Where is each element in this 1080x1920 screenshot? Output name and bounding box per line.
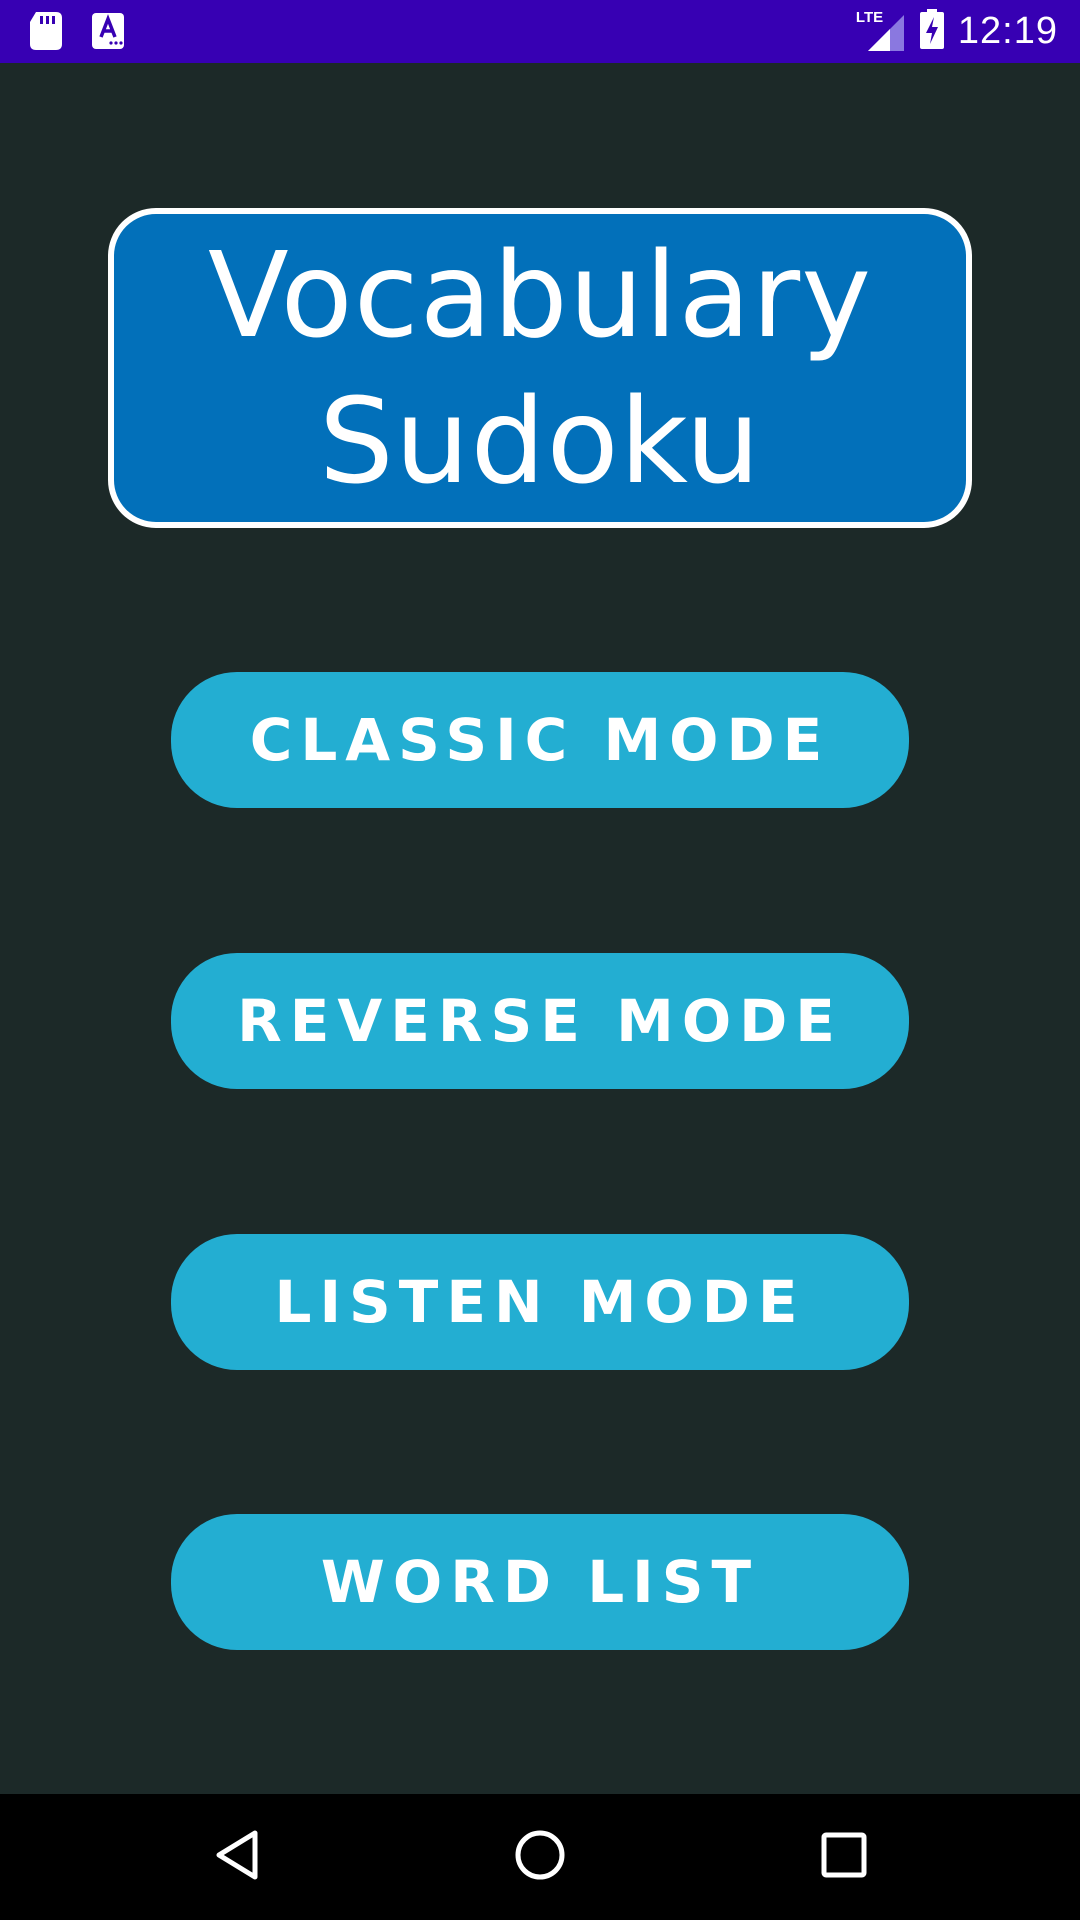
app-title-card: Vocabulary Sudoku: [108, 208, 972, 528]
back-icon: [213, 1829, 261, 1886]
status-bar-system: LTE 12:19: [856, 8, 1058, 54]
recents-icon: [821, 1832, 867, 1883]
nav-back-button[interactable]: [192, 1812, 282, 1902]
status-bar: LTE 12:19: [0, 0, 1080, 63]
status-time: 12:19: [957, 9, 1058, 52]
navigation-bar: [0, 1794, 1080, 1920]
lte-signal-icon: LTE: [856, 9, 906, 51]
battery-charging-icon: [919, 8, 944, 54]
home-icon: [514, 1829, 566, 1886]
reverse-mode-button[interactable]: REVERSE MODE: [171, 953, 909, 1089]
app-title-line-1: Vocabulary: [207, 226, 873, 364]
app-title-line-2: Sudoku: [318, 372, 762, 510]
nav-recents-button[interactable]: [799, 1812, 889, 1902]
word-list-button[interactable]: WORD LIST: [171, 1514, 909, 1650]
status-bar-notifications: [30, 12, 124, 55]
keyboard-a-icon: [92, 13, 124, 54]
classic-mode-button[interactable]: CLASSIC MODE: [171, 672, 909, 808]
nav-home-button[interactable]: [495, 1812, 585, 1902]
main-menu-screen: LTE 12:19 Vocabulary Sudoku CLASSIC MODE…: [0, 0, 1080, 1920]
listen-mode-button[interactable]: LISTEN MODE: [171, 1234, 909, 1370]
sd-card-icon: [30, 12, 62, 55]
